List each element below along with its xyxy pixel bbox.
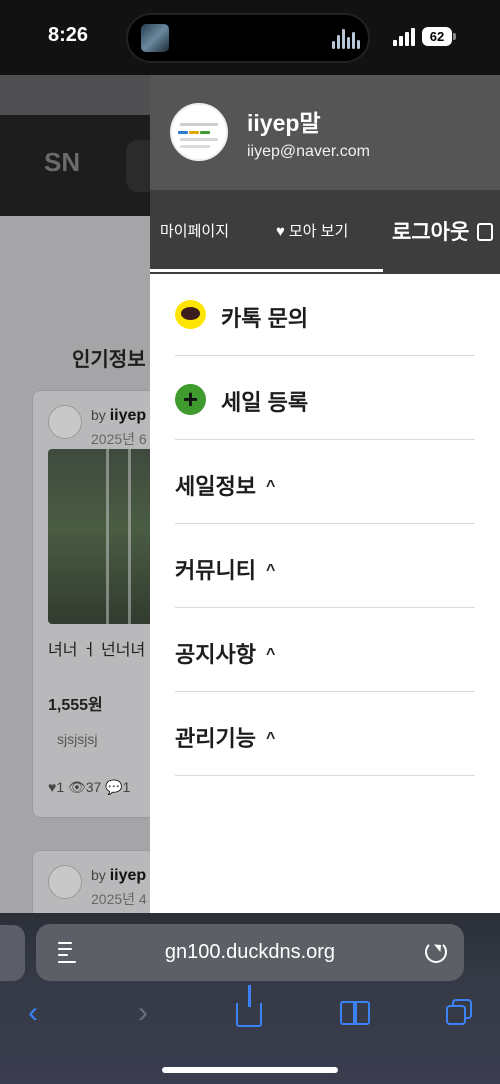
section-title: 인기정보	[72, 349, 146, 371]
menu-item-label: 관리기능 ^	[175, 726, 276, 751]
status-time: 8:26	[48, 24, 89, 46]
menu-item-sale-info[interactable]: 세일정보 ^	[175, 440, 475, 524]
byline-prefix: by	[91, 867, 106, 883]
menu-item-sale-register[interactable]: + 세일 등록	[175, 356, 475, 440]
chevron-up-icon: ^	[265, 478, 276, 495]
profile-name: iiyep말	[247, 110, 321, 136]
menu-item-label: 커뮤니티 ^	[175, 558, 276, 583]
profile-avatar[interactable]	[170, 103, 228, 161]
author-avatar	[48, 865, 82, 899]
url-text[interactable]: gn100.duckdns.org	[36, 941, 464, 964]
post-date: 2025년 6	[91, 431, 147, 447]
post-date: 2025년 4	[91, 891, 147, 907]
plus-circle-icon: +	[175, 384, 206, 415]
post-byline: by iiyep	[91, 407, 146, 425]
menu-item-notice[interactable]: 공지사항 ^	[175, 608, 475, 692]
previous-tab-peek[interactable]	[0, 925, 25, 981]
drawer-menu: 카톡 문의 + 세일 등록 세일정보 ^ 커뮤니티 ^ 공지사항 ^ 관리기능 ^	[175, 272, 475, 776]
forward-button[interactable]: ›	[138, 998, 148, 1028]
battery-icon	[453, 33, 456, 40]
reload-icon[interactable]	[425, 941, 447, 963]
tab-favorites-label: 모아 보기	[288, 223, 349, 240]
menu-item-admin[interactable]: 관리기능 ^	[175, 692, 475, 776]
byline-prefix: by	[91, 407, 106, 423]
cellular-signal-icon	[393, 28, 417, 46]
heart-icon: ♥	[276, 223, 285, 240]
menu-item-label: 세일 등록	[221, 390, 309, 415]
tab-mypage[interactable]: 마이페이지	[160, 220, 229, 241]
back-button[interactable]: ‹	[28, 998, 38, 1028]
share-icon[interactable]	[236, 985, 262, 1027]
post-byline: by iiyep	[91, 867, 146, 885]
dynamic-island[interactable]	[126, 13, 370, 63]
now-playing-artwork	[141, 24, 169, 52]
profile-header: iiyep말 iiyep@naver.com	[150, 75, 500, 190]
tab-favorites[interactable]: ♥ 모아 보기	[276, 220, 348, 241]
logout-icon	[477, 223, 494, 241]
status-bar: 8:26 62	[0, 0, 500, 75]
audio-waveform-icon	[332, 29, 360, 49]
address-bar[interactable]: gn100.duckdns.org	[36, 924, 464, 981]
menu-item-community[interactable]: 커뮤니티 ^	[175, 524, 475, 608]
profile-email: iiyep@naver.com	[247, 143, 370, 160]
site-logo[interactable]: SN	[44, 147, 80, 178]
home-indicator[interactable]	[162, 1067, 338, 1073]
logout-label: 로그아웃	[392, 221, 470, 244]
browser-toolbar: gn100.duckdns.org ‹ ›	[0, 913, 500, 1084]
chevron-up-icon: ^	[265, 562, 276, 579]
logout-button[interactable]: 로그아웃	[392, 216, 494, 246]
battery-level: 62	[422, 27, 452, 46]
drawer-tab-bar: 마이페이지 ♥ 모아 보기 로그아웃	[150, 190, 500, 274]
author-name: iiyep	[109, 407, 147, 424]
menu-item-label: 세일정보 ^	[175, 474, 276, 499]
tabs-overview-icon[interactable]	[446, 999, 474, 1027]
post-price: 1,555원	[48, 697, 103, 714]
menu-item-label: 카톡 문의	[221, 306, 309, 331]
chevron-up-icon: ^	[265, 646, 276, 663]
side-drawer: iiyep말 iiyep@naver.com 마이페이지 ♥ 모아 보기 로그아웃…	[150, 75, 500, 913]
author-avatar	[48, 405, 82, 439]
author-name: iiyep	[109, 867, 147, 884]
bookmarks-icon[interactable]	[340, 1001, 372, 1025]
post-title: 녀너 ㅓ 넌너녀	[48, 642, 146, 659]
menu-item-kakao-inquiry[interactable]: 카톡 문의	[175, 272, 475, 356]
chevron-up-icon: ^	[265, 730, 276, 747]
post-stats: ♥1 👁37 💬1	[48, 779, 131, 795]
post-tag: sjsjsjsj	[57, 731, 98, 747]
menu-item-label: 공지사항 ^	[175, 642, 276, 667]
kakao-talk-icon	[175, 300, 206, 329]
